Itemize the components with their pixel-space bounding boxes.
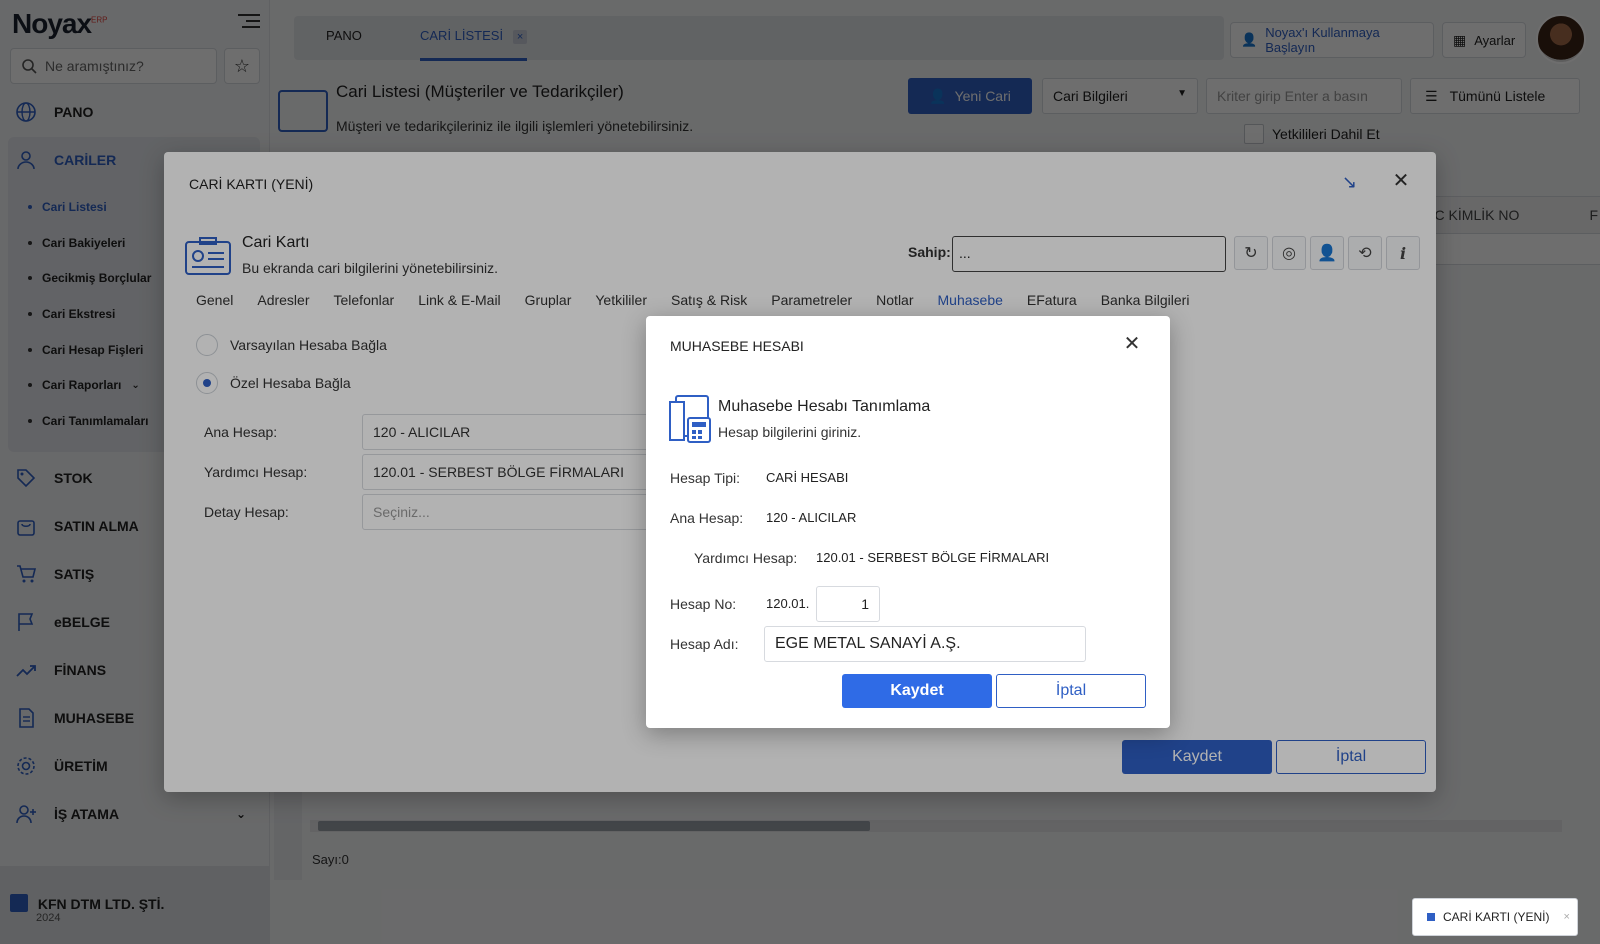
modal-title: MUHASEBE HESABI [670,338,804,354]
hesap-adi-input[interactable]: EGE METAL SANAYİ A.Ş. [764,626,1086,662]
open-window-chip[interactable]: CARİ KARTI (YENİ) × [1412,898,1578,936]
hesap-no-input[interactable]: 1 [816,586,880,622]
hesap-adi-label: Hesap Adı: [670,636,739,652]
close-icon[interactable]: × [1563,911,1569,923]
hesap-tipi-label: Hesap Tipi: [670,470,741,486]
yardimci-hesap-label: Yardımcı Hesap: [694,550,798,566]
calculator-document-icon [669,395,711,443]
yardimci-hesap-value: 120.01 - SERBEST BÖLGE FİRMALARI [816,550,1050,565]
hesap-no-label: Hesap No: [670,596,737,612]
hesap-tipi-value: CARİ HESABI [766,470,849,485]
window-indicator-icon [1427,913,1435,921]
hesap-no-prefix: 120.01. [766,596,810,611]
ana-hesap-label: Ana Hesap: [670,510,744,526]
cancel-button[interactable]: İptal [996,674,1146,708]
modal-subheading: Hesap bilgilerini giriniz. [718,424,862,440]
save-button[interactable]: Kaydet [842,674,992,708]
modal-heading: Muhasebe Hesabı Tanımlama [718,398,931,415]
ana-hesap-value: 120 - ALICILAR [766,510,857,525]
muhasebe-hesabi-modal: MUHASEBE HESABI ✕ Muhasebe Hesabı Tanıml… [646,316,1170,728]
close-icon[interactable]: ✕ [1120,332,1144,356]
